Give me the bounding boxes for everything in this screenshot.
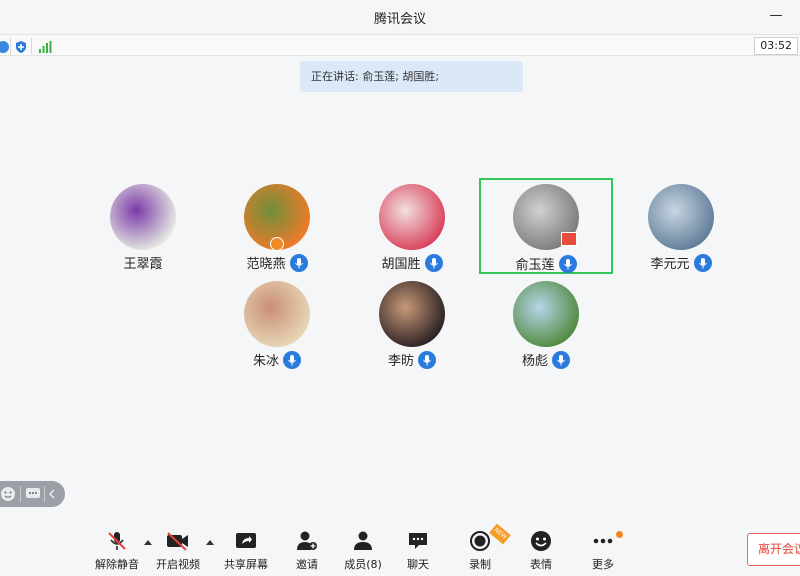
participant-tile[interactable]: 胡国胜 — [345, 179, 479, 275]
divider — [20, 486, 21, 502]
mini-toolbar — [0, 481, 65, 507]
chat-label: 聊天 — [407, 558, 429, 571]
avatar — [648, 184, 714, 250]
participant-name-text: 胡国胜 — [381, 257, 421, 272]
avatar — [379, 184, 445, 250]
chat-icon — [409, 533, 427, 549]
reactions-button[interactable]: 表情 — [511, 530, 571, 576]
info-icon[interactable] — [0, 39, 10, 58]
divider — [44, 486, 45, 502]
members-icon — [354, 531, 372, 550]
share-screen-button[interactable]: 共享屏幕 — [216, 530, 276, 576]
host-badge-icon — [270, 237, 284, 251]
participant-tile[interactable]: 范晓燕 — [210, 179, 344, 275]
participant-tile[interactable]: 俞玉莲 — [479, 178, 613, 274]
participant-tile[interactable]: 李元元 — [614, 179, 748, 275]
participant-name-text: 王翠霞 — [123, 257, 163, 272]
participant-name-text: 杨彪 — [521, 354, 548, 369]
avatar — [379, 281, 445, 347]
record-label: 录制 — [469, 558, 491, 571]
window-title: 腾讯会议 — [373, 12, 426, 27]
mic-icon — [558, 255, 577, 273]
participant-tile[interactable]: 杨彪 — [479, 276, 613, 372]
status-bar: 03:52 — [0, 34, 800, 56]
participant-name: 李昉 — [345, 350, 479, 369]
chat-button[interactable]: 聊天 — [388, 530, 448, 576]
record-icon — [470, 531, 490, 551]
participant-tile[interactable]: 王翠霞 — [76, 179, 210, 275]
mic-icon — [289, 254, 308, 272]
meeting-toolbar: 解除静音 开启视频 共享屏幕 邀请 成员(8) 聊天 录制 表情 更多 — [0, 520, 800, 576]
signal-icon[interactable] — [38, 39, 52, 58]
members-button[interactable]: 成员(8) — [333, 530, 393, 576]
start-video-label: 开启视频 — [156, 558, 200, 571]
participant-name-text: 范晓燕 — [246, 257, 286, 272]
mic-icon — [418, 351, 436, 369]
leave-meeting-button[interactable]: 离开会议 — [747, 533, 800, 566]
invite-button[interactable]: 邀请 — [277, 530, 337, 576]
notification-dot — [616, 531, 623, 538]
mic-icon — [424, 254, 443, 272]
speaking-banner: 正在讲话: 俞玉莲; 胡国胜; — [300, 61, 523, 92]
invite-label: 邀请 — [296, 558, 318, 571]
participant-name-text: 朱冰 — [252, 354, 279, 369]
shield-icon[interactable] — [14, 39, 28, 58]
mic-icon — [552, 351, 570, 369]
video-off-icon — [167, 532, 188, 551]
mic-icon — [283, 351, 301, 369]
more-label: 更多 — [592, 558, 614, 571]
divider — [31, 38, 32, 54]
divider — [10, 38, 11, 54]
flag-badge-icon — [561, 232, 577, 246]
mic-off-icon — [108, 532, 126, 550]
share-screen-icon — [236, 533, 256, 548]
members-label: 成员(8) — [344, 558, 382, 571]
participant-name: 朱冰 — [210, 350, 344, 369]
participant-name-text: 李元元 — [650, 257, 690, 272]
mic-icon — [693, 254, 712, 272]
unmute-button[interactable]: 解除静音 — [87, 530, 147, 576]
chat-bubble-icon[interactable] — [25, 486, 41, 506]
participant-name: 王翠霞 — [76, 253, 210, 272]
minimize-icon[interactable] — [770, 15, 782, 16]
smile-icon — [531, 531, 551, 551]
avatar — [513, 281, 579, 347]
participant-name: 俞玉莲 — [481, 254, 611, 273]
meeting-timer: 03:52 — [754, 37, 798, 55]
more-button[interactable]: 更多 — [573, 530, 633, 576]
avatar — [244, 281, 310, 347]
participant-tile[interactable]: 李昉 — [345, 276, 479, 372]
start-video-button[interactable]: 开启视频 — [148, 530, 208, 576]
participant-name: 杨彪 — [479, 350, 613, 369]
unmute-label: 解除静音 — [95, 558, 139, 571]
participant-name-text: 李昉 — [387, 354, 414, 369]
emoji-icon[interactable] — [0, 486, 16, 506]
more-icon — [593, 538, 613, 544]
participant-name: 范晓燕 — [210, 253, 344, 272]
participant-name: 胡国胜 — [345, 253, 479, 272]
participant-tile[interactable]: 朱冰 — [210, 276, 344, 372]
participant-name: 李元元 — [614, 253, 748, 272]
share-screen-label: 共享屏幕 — [224, 558, 268, 571]
collapse-icon[interactable] — [47, 486, 57, 506]
reactions-label: 表情 — [530, 558, 552, 571]
video-options-caret[interactable] — [206, 540, 214, 545]
avatar — [110, 184, 176, 250]
add-user-icon — [297, 531, 317, 550]
participant-name-text: 俞玉莲 — [515, 258, 555, 273]
title-bar: 腾讯会议 — [0, 0, 800, 32]
